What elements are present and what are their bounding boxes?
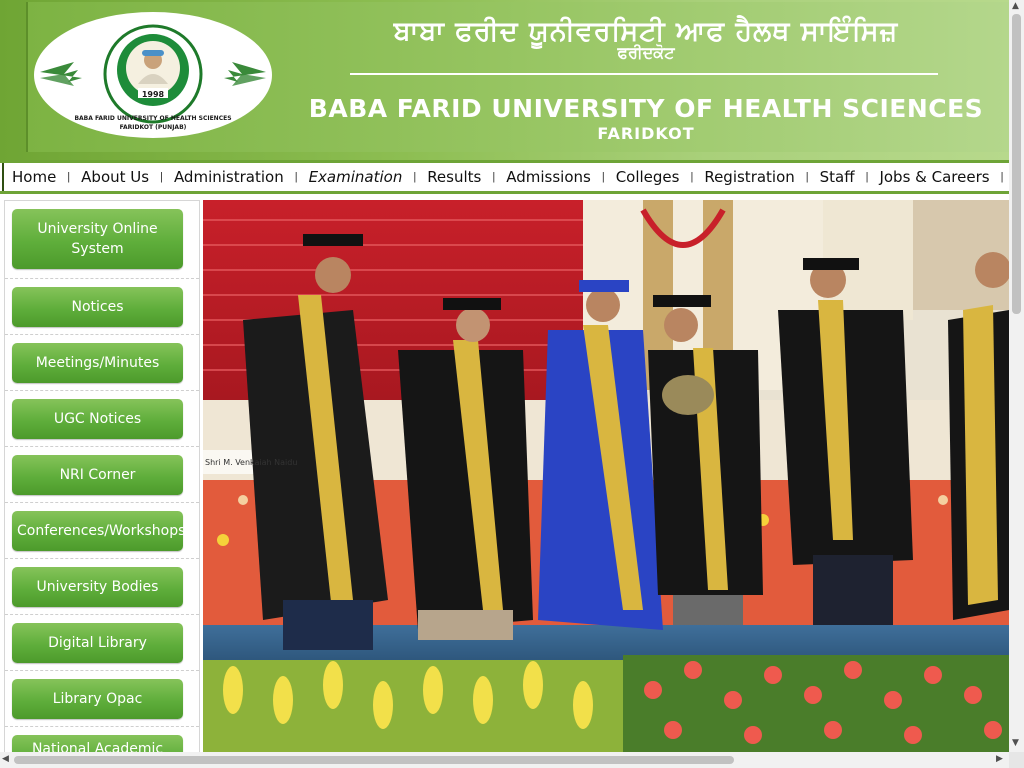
digital-library-button[interactable]: Digital Library xyxy=(12,623,183,663)
nav-jobs-careers[interactable]: Jobs & Careers xyxy=(879,168,989,186)
logo-place: FARIDKOT (PUNJAB) xyxy=(119,124,187,131)
nav-separator: | xyxy=(805,171,809,183)
nav-admissions[interactable]: Admissions xyxy=(506,168,591,186)
nri-corner-button[interactable]: NRI Corner xyxy=(12,455,183,495)
sidebar-item-university-bodies: University Bodies xyxy=(5,559,199,615)
scroll-up-icon[interactable]: ▲ xyxy=(1012,1,1019,11)
meetings-minutes-button[interactable]: Meetings/Minutes xyxy=(12,343,183,383)
nav-separator: | xyxy=(492,171,496,183)
sidebar-item-meetings: Meetings/Minutes xyxy=(5,335,199,391)
nav-administration[interactable]: Administration xyxy=(174,168,284,186)
nav-about-us[interactable]: About Us xyxy=(81,168,149,186)
convocation-photo: Shri M. Venkaiah Naidu xyxy=(203,200,1009,752)
nav-staff[interactable]: Staff xyxy=(820,168,855,186)
scroll-left-icon[interactable]: ◀ xyxy=(2,754,9,764)
nav-home[interactable]: Home xyxy=(12,168,56,186)
nav-results[interactable]: Results xyxy=(427,168,481,186)
university-bodies-button[interactable]: University Bodies xyxy=(12,567,183,607)
nav-registration[interactable]: Registration xyxy=(704,168,794,186)
banner-caption: Shri M. Venkaiah Naidu xyxy=(205,458,298,467)
university-logo[interactable]: 1998 BABA FARID UNIVERSITY OF HEALTH SCI… xyxy=(34,12,272,138)
punjabi-subtitle: ਫਰੀਦਕੋਟ xyxy=(617,43,675,62)
scrollbar-corner xyxy=(1009,752,1024,768)
nav-colleges[interactable]: Colleges xyxy=(616,168,680,186)
nav-separator: | xyxy=(294,171,298,183)
nav-separator: | xyxy=(690,171,694,183)
english-subtitle: FARIDKOT xyxy=(597,124,695,143)
sidebar-item-library-opac: Library Opac xyxy=(5,671,199,727)
sidebar-item-notices: Notices xyxy=(5,279,199,335)
nav-separator: | xyxy=(67,171,71,183)
vertical-scroll-thumb[interactable] xyxy=(1012,14,1021,314)
site-header: 1998 BABA FARID UNIVERSITY OF HEALTH SCI… xyxy=(0,0,1011,160)
nav-separator: | xyxy=(413,171,417,183)
horizontal-scrollbar[interactable]: ◀ ▶ xyxy=(0,752,1009,768)
nav-separator: | xyxy=(160,171,163,183)
ugc-notices-button[interactable]: UGC Notices xyxy=(12,399,183,439)
nav-separator: | xyxy=(601,171,605,183)
english-title: BABA FARID UNIVERSITY OF HEALTH SCIENCES xyxy=(308,94,984,123)
conferences-workshops-button[interactable]: Conferences/Workshops xyxy=(12,511,185,551)
nav-edge xyxy=(2,163,4,191)
scroll-right-icon[interactable]: ▶ xyxy=(996,754,1003,764)
scroll-down-icon[interactable]: ▼ xyxy=(1012,738,1019,748)
nav-separator: | xyxy=(865,171,869,183)
nav-separator: | xyxy=(1000,171,1004,183)
notices-button[interactable]: Notices xyxy=(12,287,183,327)
sidebar-item-nri-corner: NRI Corner xyxy=(5,447,199,503)
vertical-scrollbar[interactable]: ▲ ▼ xyxy=(1009,0,1024,752)
sidebar-item-university-online-system: University Online System xyxy=(5,201,199,279)
sidebar-item-conferences: Conferences/Workshops xyxy=(5,503,199,559)
sidebar-item-digital-library: Digital Library xyxy=(5,615,199,671)
university-online-system-button[interactable]: University Online System xyxy=(12,209,183,269)
logo-ring-text: BABA FARID UNIVERSITY OF HEALTH SCIENCES xyxy=(74,115,232,122)
nav-examination[interactable]: Examination xyxy=(309,168,403,186)
sidebar: University Online System Notices Meeting… xyxy=(4,200,200,768)
header-divider xyxy=(350,73,938,75)
main-nav: Home | About Us | Administration | Examinat… xyxy=(0,160,1009,194)
sidebar-item-ugc-notices: UGC Notices xyxy=(5,391,199,447)
horizontal-scroll-thumb[interactable] xyxy=(14,756,734,764)
library-opac-button[interactable]: Library Opac xyxy=(12,679,183,719)
logo-year: 1998 xyxy=(141,90,165,99)
